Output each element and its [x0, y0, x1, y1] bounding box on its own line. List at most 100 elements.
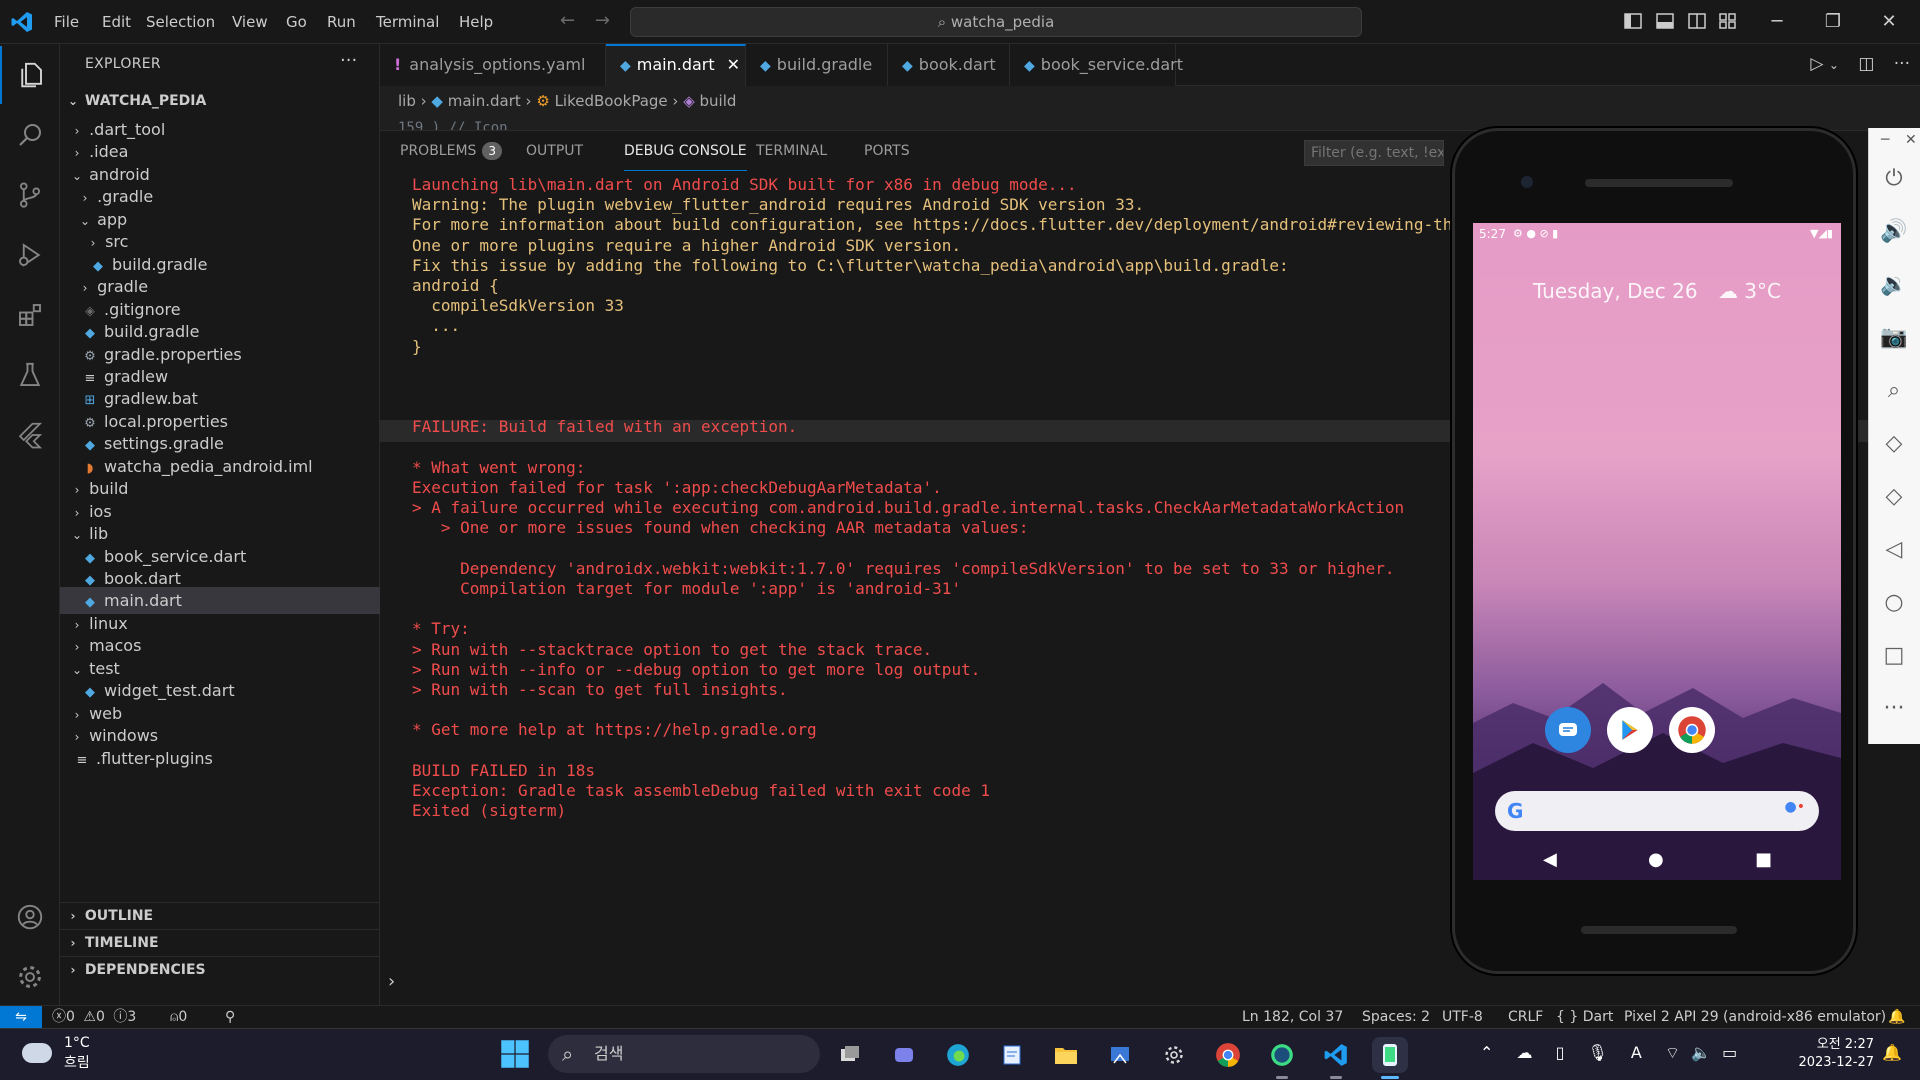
more-actions-icon[interactable]: ···: [1894, 54, 1910, 74]
google-assistant-icon[interactable]: ●•: [1785, 799, 1805, 815]
google-search-bar[interactable]: G ●•: [1495, 791, 1819, 831]
toggle-secondary-sidebar-icon[interactable]: [1688, 13, 1706, 29]
tab-main-dart[interactable]: ◆ main.dart ✕: [606, 44, 746, 86]
overview-icon[interactable]: □: [1879, 641, 1909, 671]
extensions-activity-button[interactable]: [0, 286, 60, 344]
flutter-activity-button[interactable]: [0, 406, 60, 464]
vscode-taskbar-icon[interactable]: [1318, 1037, 1354, 1079]
tab-problems[interactable]: PROBLEMS 3: [400, 131, 503, 171]
edge-browser-icon[interactable]: [940, 1037, 976, 1073]
cursor-position[interactable]: Ln 182, Col 37: [1242, 1006, 1343, 1028]
customize-layout-icon[interactable]: [1719, 13, 1736, 29]
problems-status[interactable]: ⓧ0 ⚠0 ⓘ3: [52, 1006, 136, 1028]
outline-section[interactable]: › OUTLINE: [60, 902, 380, 929]
volume-up-icon[interactable]: 🔊: [1879, 217, 1909, 247]
onedrive-cloud-icon[interactable]: ☁: [1517, 1043, 1533, 1062]
tab-book-dart[interactable]: ◆ book.dart: [888, 44, 1010, 86]
home-icon[interactable]: ○: [1879, 588, 1909, 618]
testing-activity-button[interactable]: [0, 346, 60, 404]
forward-arrow-icon[interactable]: →: [595, 10, 610, 31]
dependencies-section[interactable]: › DEPENDENCIES: [60, 956, 380, 983]
timeline-section[interactable]: › TIMELINE: [60, 929, 380, 956]
notepad-icon[interactable]: [994, 1037, 1030, 1073]
tab-terminal[interactable]: TERMINAL: [756, 131, 827, 171]
language-status[interactable]: { } Dart: [1556, 1006, 1613, 1028]
tab-debug-console[interactable]: DEBUG CONSOLE: [624, 131, 747, 171]
run-debug-activity-button[interactable]: [0, 226, 60, 284]
battery-icon[interactable]: ▭: [1722, 1043, 1737, 1062]
tab-build-gradle[interactable]: ◆ build.gradle: [746, 44, 888, 86]
menu-selection[interactable]: Selection: [146, 0, 215, 44]
android-recents-icon[interactable]: ■: [1755, 849, 1772, 870]
menu-help[interactable]: Help: [459, 0, 493, 44]
show-hidden-icons-chevron-icon[interactable]: ⌃: [1480, 1043, 1493, 1062]
power-icon[interactable]: ⏻: [1879, 164, 1909, 194]
phone-screen[interactable]: 5:27 ⚙ ● ⊘ ▮ ▼◢▮ Tuesday, Dec 26 ☁ 3°C G…: [1473, 223, 1841, 880]
close-tab-icon[interactable]: ✕: [727, 55, 740, 74]
back-arrow-icon[interactable]: ←: [560, 10, 575, 31]
maximize-window-button[interactable]: ❐: [1806, 0, 1860, 44]
project-root-folder[interactable]: ⌄ WATCHA_PEDIA: [60, 90, 380, 112]
tab-ports[interactable]: PORTS: [864, 131, 910, 171]
menu-file[interactable]: File: [54, 0, 79, 44]
more-options-icon[interactable]: ···: [1879, 694, 1909, 724]
console-input-chevron-icon[interactable]: ›: [388, 971, 395, 992]
menu-run[interactable]: Run: [327, 0, 356, 44]
teams-chat-icon[interactable]: [886, 1037, 922, 1073]
android-home-icon[interactable]: ●: [1648, 849, 1664, 870]
android-back-icon[interactable]: ◀: [1543, 849, 1557, 870]
chrome-app-icon[interactable]: [1669, 707, 1715, 753]
settings-gear-icon[interactable]: [1156, 1037, 1192, 1073]
notifications-bell-icon[interactable]: 🔔: [1888, 1006, 1905, 1028]
zoom-icon[interactable]: ⌕: [1879, 376, 1909, 406]
chevron-down-icon[interactable]: ⌄: [1829, 58, 1839, 72]
remote-indicator-icon[interactable]: ⇋: [0, 1006, 42, 1028]
breadcrumb-method[interactable]: build: [700, 92, 737, 110]
manage-activity-button[interactable]: [0, 948, 60, 1006]
more-actions-icon[interactable]: ···: [340, 50, 357, 71]
breadcrumb-main-dart[interactable]: main.dart: [448, 92, 521, 110]
menu-edit[interactable]: Edit: [102, 0, 131, 44]
menu-view[interactable]: View: [232, 0, 268, 44]
indentation-status[interactable]: Spaces: 2: [1362, 1006, 1430, 1028]
command-center[interactable]: ⌕ watcha_pedia: [630, 7, 1362, 37]
breadcrumb-lib[interactable]: lib: [398, 92, 416, 110]
input-method-icon[interactable]: A: [1631, 1043, 1642, 1062]
messages-app-icon[interactable]: [1545, 707, 1591, 753]
emulator-close-icon[interactable]: ✕: [1905, 132, 1917, 148]
usb-device-icon[interactable]: ▯: [1556, 1043, 1565, 1062]
weather-widget[interactable]: 1°C 흐림: [22, 1033, 90, 1073]
tab-book-service-dart[interactable]: ◆ book_service.dart: [1010, 44, 1183, 86]
taskbar-search-box[interactable]: ⌕ 검색: [548, 1035, 820, 1073]
windows-start-icon[interactable]: [500, 1039, 530, 1069]
encoding-status[interactable]: UTF-8: [1442, 1006, 1483, 1028]
minimize-window-button[interactable]: ─: [1750, 0, 1804, 44]
task-view-icon[interactable]: [832, 1037, 868, 1073]
tree-file[interactable]: ≡ .flutter-plugins: [60, 745, 380, 772]
close-window-button[interactable]: ✕: [1862, 0, 1916, 44]
android-studio-icon[interactable]: [1264, 1037, 1300, 1079]
console-filter-input[interactable]: [1304, 140, 1444, 166]
menu-terminal[interactable]: Terminal: [376, 0, 439, 44]
file-explorer-icon[interactable]: [1048, 1037, 1084, 1073]
notification-bell-icon[interactable]: 🔔: [1882, 1043, 1902, 1062]
search-activity-button[interactable]: [0, 106, 60, 164]
eol-status[interactable]: CRLF: [1508, 1006, 1543, 1028]
camera-screenshot-icon[interactable]: 📷: [1879, 323, 1909, 353]
wifi-icon[interactable]: ⌔: [1665, 1043, 1680, 1062]
volume-down-icon[interactable]: 🔉: [1879, 270, 1909, 300]
menu-go[interactable]: Go: [286, 0, 307, 44]
debug-status-icon[interactable]: ⚲: [225, 1006, 235, 1028]
rotate-left-icon[interactable]: ◇: [1879, 429, 1909, 459]
speaker-icon[interactable]: 🔈: [1691, 1043, 1711, 1062]
emulator-minimize-icon[interactable]: ─: [1881, 132, 1889, 148]
source-control-activity-button[interactable]: [0, 166, 60, 224]
tab-analysis-options[interactable]: ! analysis_options.yaml: [380, 44, 606, 86]
back-icon[interactable]: ◁: [1879, 535, 1909, 565]
toggle-panel-icon[interactable]: [1656, 13, 1674, 29]
microphone-icon[interactable]: 🎙: [1588, 1043, 1608, 1062]
emulator-taskbar-icon[interactable]: [1372, 1037, 1408, 1079]
breadcrumb-class[interactable]: LikedBookPage: [555, 92, 668, 110]
ports-status[interactable]: ⍝0: [170, 1006, 187, 1028]
toggle-primary-sidebar-icon[interactable]: [1624, 13, 1642, 29]
